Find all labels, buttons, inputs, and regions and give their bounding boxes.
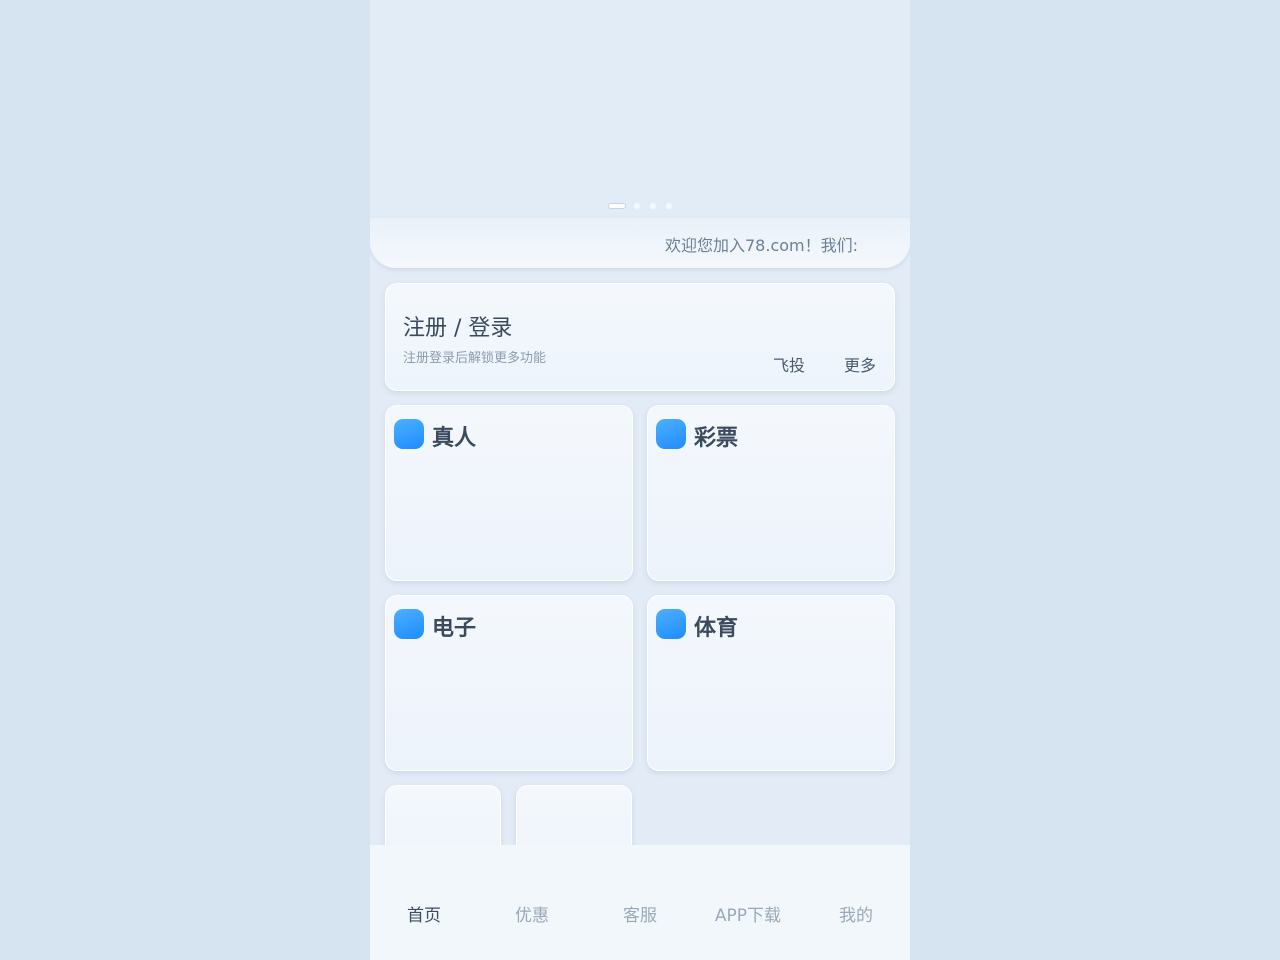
tab-home[interactable]: 首页: [370, 901, 478, 926]
slots-icon: [394, 609, 424, 639]
category-label: 电子: [432, 616, 477, 641]
banner-carousel[interactable]: [370, 0, 910, 218]
category-card-live[interactable]: 真人: [385, 405, 633, 581]
category-label: 彩票: [694, 426, 739, 451]
mobile-app-frame: 欢迎您加入78.com！我们: 注册 / 登录 注册登录后解锁更多功能 飞投 更…: [370, 0, 910, 960]
category-card-sports[interactable]: 体育: [647, 595, 895, 771]
sports-icon: [656, 609, 686, 639]
carousel-dot-active[interactable]: [608, 203, 626, 209]
tab-profile[interactable]: 我的: [802, 901, 910, 926]
live-casino-icon: [394, 419, 424, 449]
feitou-link[interactable]: 飞投: [773, 352, 805, 376]
category-card-slots[interactable]: 电子: [385, 595, 633, 771]
category-label: 真人: [432, 426, 477, 451]
announcement-text: 欢迎您加入78.com！我们:: [665, 236, 859, 255]
bottom-tab-bar: 首页 优惠 客服 APP下载 我的: [370, 845, 910, 960]
login-title[interactable]: 注册 / 登录: [403, 310, 512, 342]
category-card-lottery[interactable]: 彩票: [647, 405, 895, 581]
category-label: 体育: [694, 616, 739, 641]
carousel-indicator: [370, 203, 910, 209]
carousel-dot[interactable]: [650, 203, 656, 209]
carousel-dot[interactable]: [666, 203, 672, 209]
announcement-marquee[interactable]: 欢迎您加入78.com！我们:: [370, 218, 910, 268]
more-link[interactable]: 更多: [844, 352, 876, 376]
lottery-icon: [656, 419, 686, 449]
login-card[interactable]: 注册 / 登录 注册登录后解锁更多功能 飞投 更多: [385, 283, 895, 391]
carousel-dot[interactable]: [634, 203, 640, 209]
tab-promotions[interactable]: 优惠: [478, 901, 586, 926]
tab-customer-service[interactable]: 客服: [586, 901, 694, 926]
login-subtitle: 注册登录后解锁更多功能: [403, 351, 547, 366]
tab-app-download[interactable]: APP下载: [694, 901, 802, 926]
